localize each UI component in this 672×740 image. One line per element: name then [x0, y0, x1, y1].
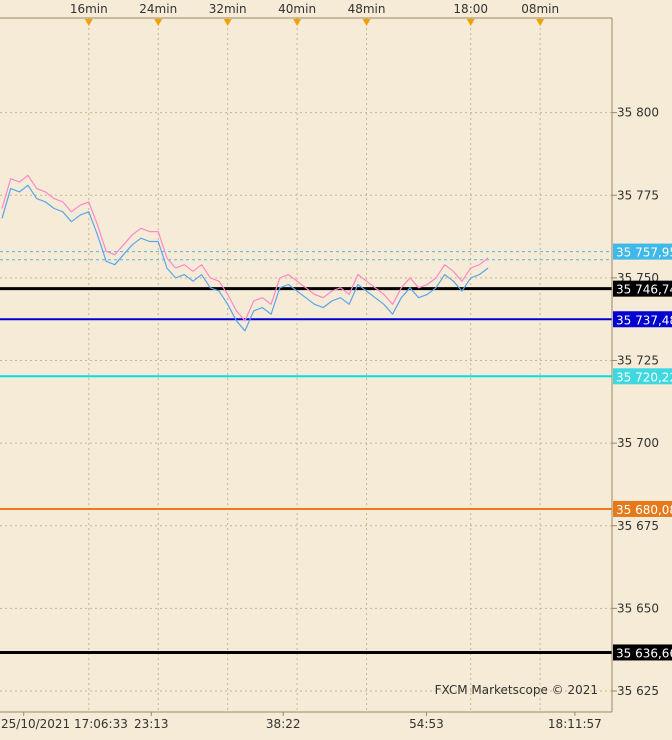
watermark: FXCM Marketscope © 2021: [435, 683, 598, 697]
price-badge-label: 35 746,74: [616, 283, 672, 297]
y-tick-label: 35 725: [617, 354, 659, 368]
price-badge-label: 35 757,95: [616, 246, 672, 260]
bottom-time-label: 23:13: [134, 717, 169, 731]
y-tick-label: 35 800: [617, 106, 659, 120]
price-badge-label: 35 636,66: [616, 646, 672, 660]
y-tick-label: 35 775: [617, 188, 659, 202]
price-badge-label: 35 720,22: [616, 370, 672, 384]
chart-canvas[interactable]: 35 80035 77535 75035 72535 70035 67535 6…: [0, 0, 672, 736]
top-time-label: 40min: [278, 2, 316, 16]
top-time-label: 18:00: [453, 2, 488, 16]
price-badge-label: 35 680,08: [616, 503, 672, 517]
y-tick-label: 35 675: [617, 519, 659, 533]
bottom-time-label: 54:53: [409, 717, 444, 731]
top-time-label: 48min: [348, 2, 386, 16]
y-tick-label: 35 625: [617, 684, 659, 698]
top-time-label: 08min: [521, 2, 559, 16]
chart-background: [0, 0, 672, 736]
bottom-time-label: 18:11:57: [548, 717, 602, 731]
chart: 35 800 35 775 35 750 35 725 35 700 35 675 35 6…: [0, 0, 672, 736]
y-tick-label: 35 650: [617, 601, 659, 615]
top-time-label: 24min: [139, 2, 177, 16]
price-badge-label: 35 737,48: [616, 313, 672, 327]
bottom-time-label: 25/10/2021 17:06:33: [1, 717, 128, 731]
top-time-label: 16min: [70, 2, 108, 16]
top-time-label: 32min: [209, 2, 247, 16]
bottom-time-label: 38:22: [266, 717, 301, 731]
y-tick-label: 35 700: [617, 436, 659, 450]
